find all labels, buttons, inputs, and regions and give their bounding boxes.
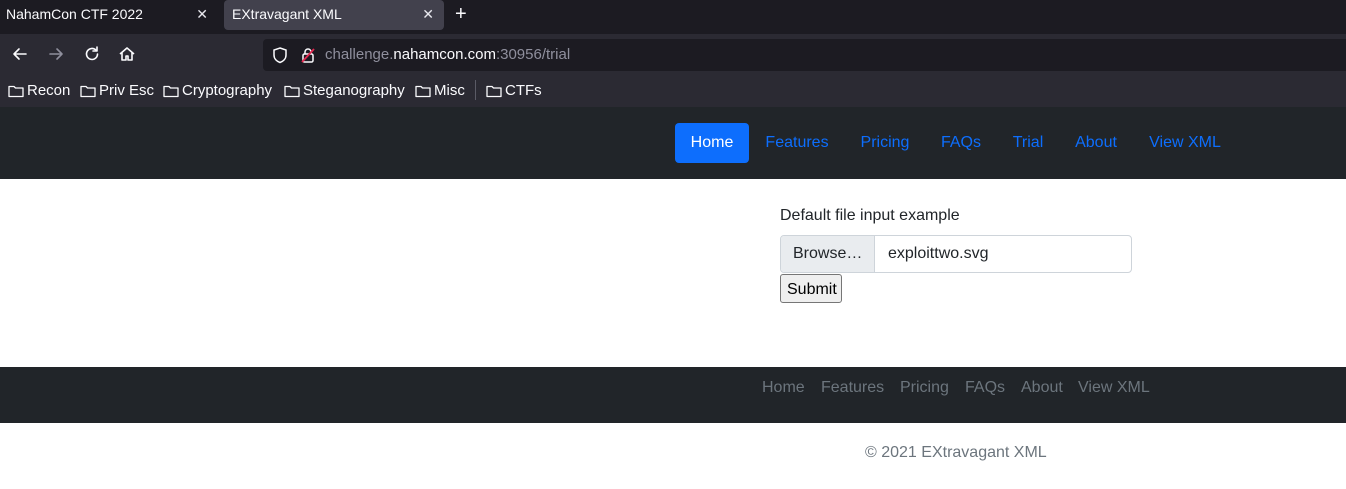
submit-button[interactable]: Submit (780, 274, 842, 303)
bookmark-folder-cryptography[interactable]: Cryptography (163, 81, 272, 101)
footer-link-home[interactable]: Home (762, 378, 805, 398)
footer-link-pricing[interactable]: Pricing (900, 378, 949, 398)
site-navbar: Home Features Pricing FAQs Trial About V… (0, 107, 1346, 179)
tab-close-icon[interactable]: ✕ (196, 0, 208, 28)
tab-close-icon[interactable]: ✕ (422, 0, 434, 28)
bookmarks-separator (475, 80, 476, 100)
shield-icon[interactable] (271, 46, 289, 64)
folder-icon (8, 85, 24, 98)
nav-link-faqs[interactable]: FAQs (932, 123, 990, 163)
selected-file-name: exploittwo.svg (888, 245, 989, 262)
bookmark-folder-priv-esc[interactable]: Priv Esc (80, 81, 154, 101)
tab-title: NahamCon CTF 2022 (6, 6, 143, 22)
nav-link-home[interactable]: Home (675, 123, 749, 163)
folder-icon (486, 85, 502, 98)
address-bar[interactable]: challenge.nahamcon.com:30956/trial (263, 39, 1346, 71)
back-icon[interactable] (9, 43, 31, 65)
browser-tab-extravagant-xml[interactable]: EXtravagant XML ✕ (224, 0, 444, 30)
footer-link-view-xml[interactable]: View XML (1078, 378, 1150, 398)
tab-title: EXtravagant XML (232, 6, 342, 22)
footer-link-faqs[interactable]: FAQs (965, 378, 1005, 398)
footer-nav: Home Features Pricing FAQs About View XM… (0, 367, 1346, 423)
browser-tab-nahamcon[interactable]: NahamCon CTF 2022 ✕ (0, 0, 218, 30)
nav-link-pricing[interactable]: Pricing (851, 123, 919, 163)
bookmark-folder-steganography[interactable]: Steganography (284, 81, 405, 101)
bookmarks-bar: Recon Priv Esc Cryptography Steganograph… (0, 74, 1346, 107)
file-input[interactable]: Browse… exploittwo.svg (780, 235, 1132, 273)
folder-icon (415, 85, 431, 98)
folder-icon (284, 85, 300, 98)
insecure-lock-icon[interactable] (299, 46, 317, 64)
folder-icon (163, 85, 179, 98)
reload-icon[interactable] (81, 43, 103, 65)
new-tab-icon[interactable]: + (455, 2, 467, 26)
browser-tab-bar: NahamCon CTF 2022 ✕ EXtravagant XML ✕ + (0, 0, 1346, 34)
forward-icon[interactable] (45, 43, 67, 65)
bookmark-folder-recon[interactable]: Recon (8, 81, 70, 101)
footer-link-features[interactable]: Features (821, 378, 884, 398)
home-icon[interactable] (116, 43, 138, 65)
bookmark-folder-ctfs[interactable]: CTFs (486, 81, 542, 101)
browse-button[interactable]: Browse… (781, 236, 875, 272)
file-input-label: Default file input example (780, 207, 960, 224)
nav-link-trial[interactable]: Trial (1004, 123, 1052, 163)
nav-link-view-xml[interactable]: View XML (1140, 123, 1230, 163)
copyright-text: © 2021 EXtravagant XML (865, 444, 1047, 461)
bookmark-folder-misc[interactable]: Misc (415, 81, 465, 101)
nav-link-features[interactable]: Features (757, 123, 837, 163)
folder-icon (80, 85, 96, 98)
url-text[interactable]: challenge.nahamcon.com:30956/trial (325, 39, 570, 71)
footer-link-about[interactable]: About (1021, 378, 1063, 398)
nav-link-about[interactable]: About (1066, 123, 1126, 163)
